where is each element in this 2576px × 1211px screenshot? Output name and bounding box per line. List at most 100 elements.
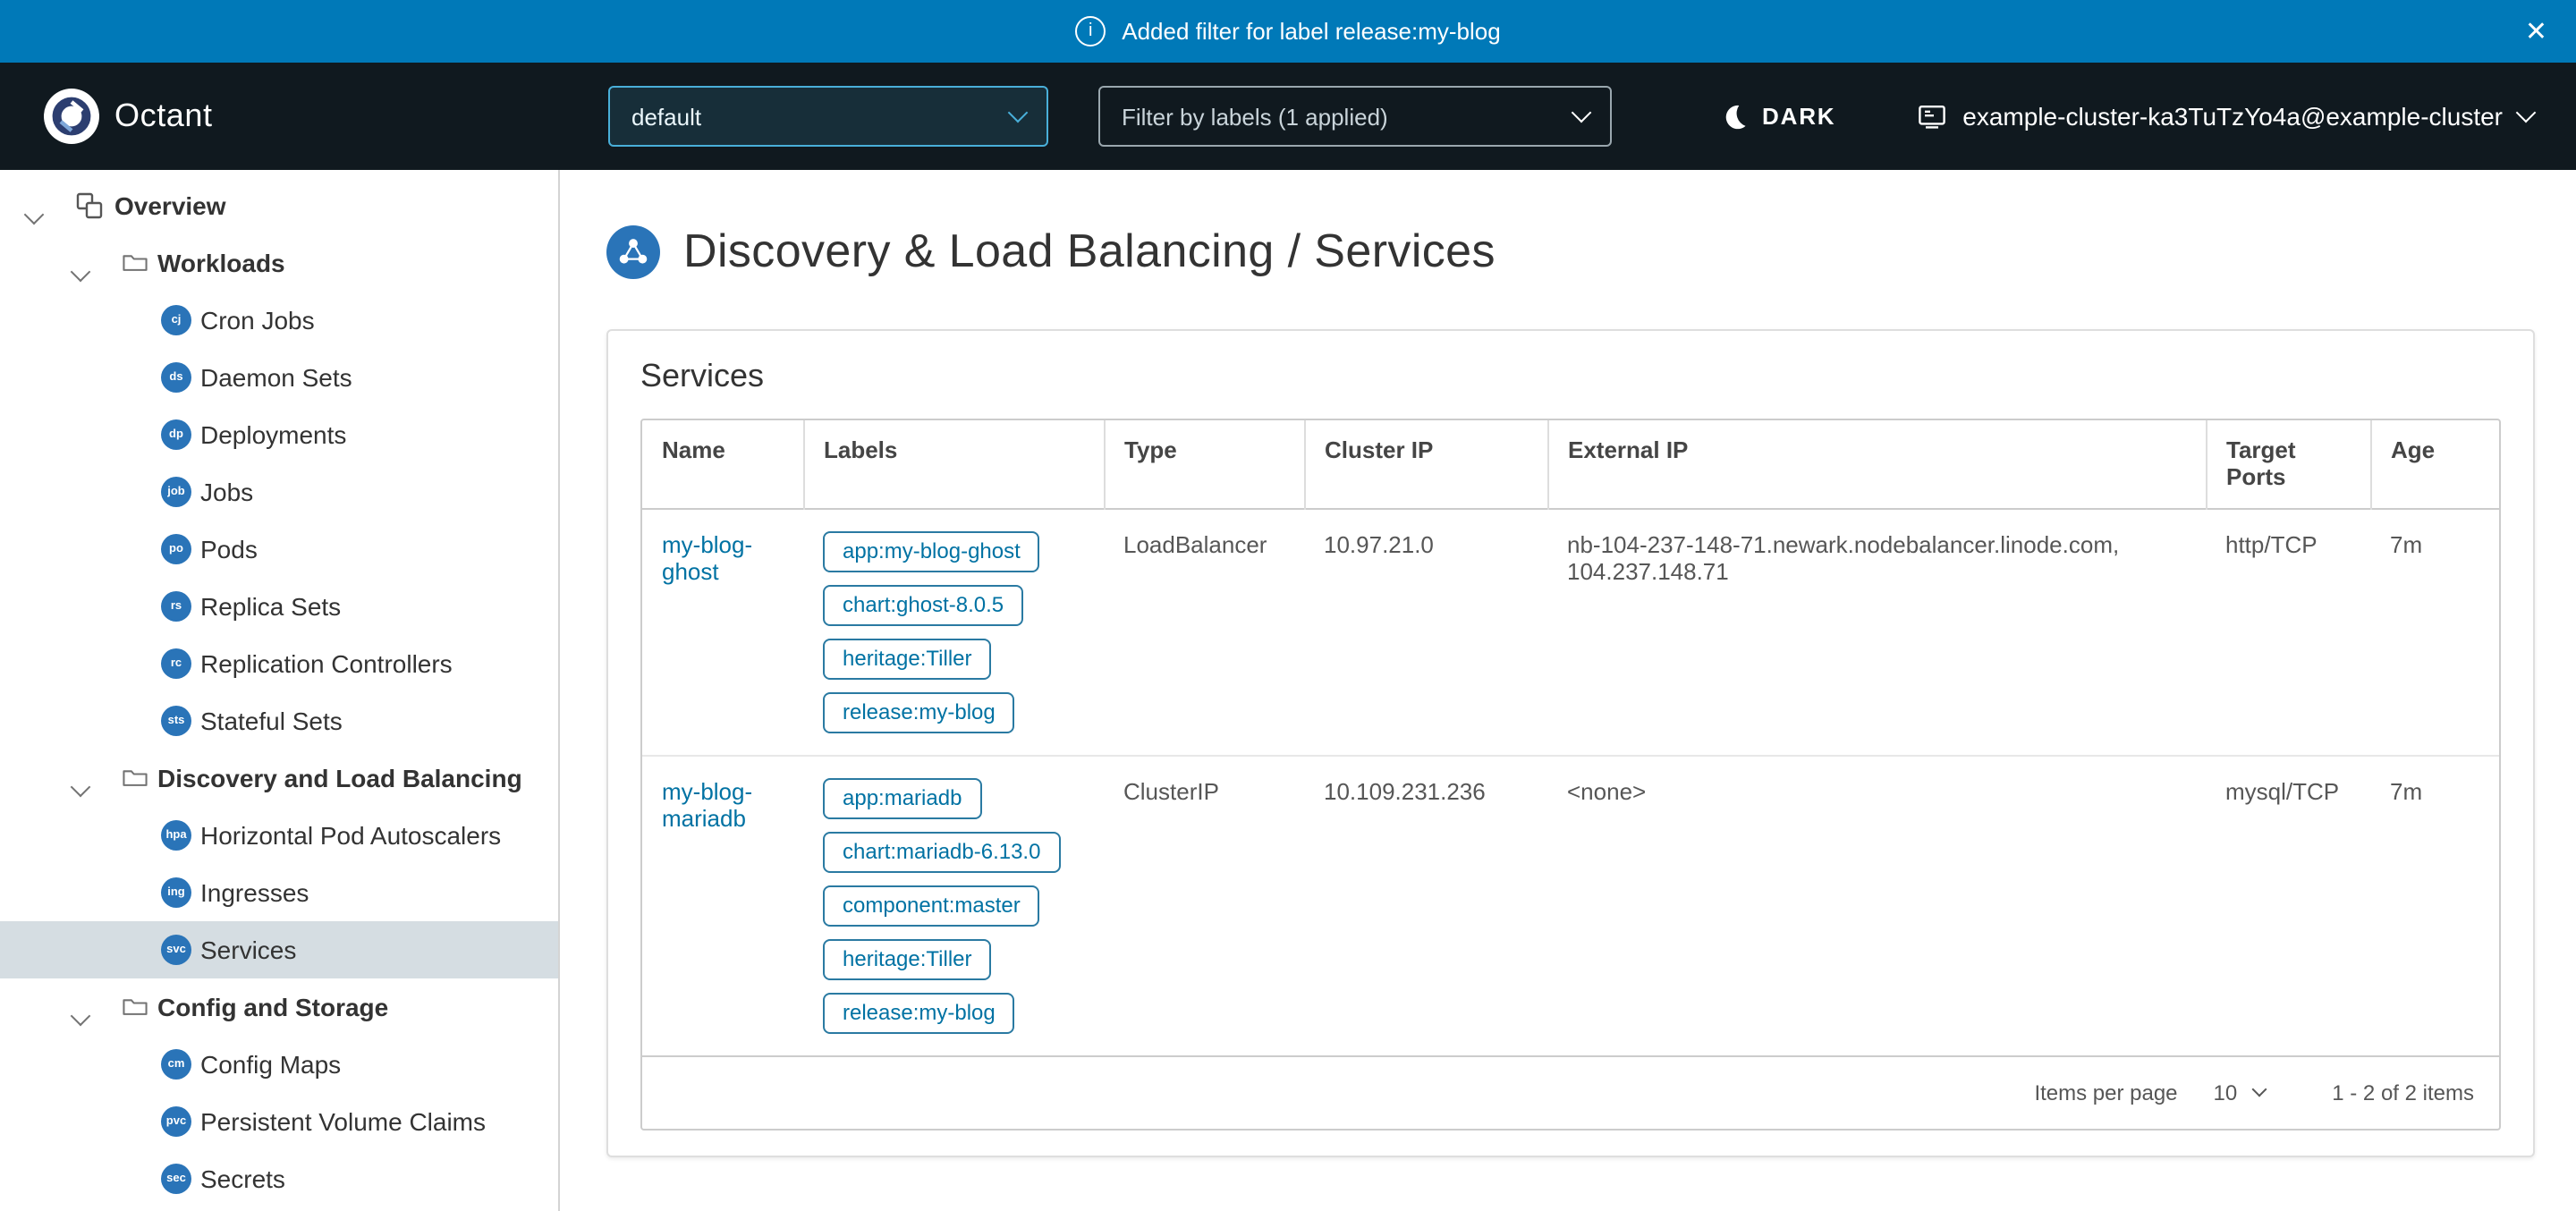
column-header-target-ports[interactable]: Target Ports	[2206, 420, 2370, 509]
chevron-down-icon	[2516, 103, 2537, 123]
column-header-age[interactable]: Age	[2370, 420, 2499, 509]
sidebar-item-label: Config Maps	[200, 1050, 341, 1079]
sidebar-item-pods[interactable]: po Pods	[0, 521, 558, 578]
sidebar-item-ingresses[interactable]: ingIngresses	[0, 864, 558, 921]
service-link[interactable]: my-blog-mariadb	[662, 778, 752, 832]
sidebar-item-config-maps[interactable]: cm Config Maps	[0, 1036, 558, 1093]
chevron-down-icon[interactable]	[73, 1000, 88, 1029]
column-header-labels[interactable]: Labels	[803, 420, 1104, 509]
sidebar-item-label: Cron Jobs	[200, 306, 315, 335]
table-row: my-blog-ghost app:my-blog-ghost chart:ghos…	[642, 509, 2499, 756]
sidebar-item-replication-controllers[interactable]: rcReplication Controllers	[0, 635, 558, 692]
sidebar-group-config-and-storage[interactable]: Config and Storage	[0, 978, 558, 1036]
cron-jobs-icon: cj	[161, 305, 191, 335]
label-filter-select[interactable]: Filter by labels (1 applied)	[1098, 86, 1612, 147]
chevron-down-icon[interactable]	[73, 771, 88, 800]
context-selector[interactable]: example-cluster-ka3TuTzYo4a@example-clus…	[1918, 102, 2533, 131]
sidebar-group-discovery-and-load-balancing[interactable]: Discovery and Load Balancing	[0, 749, 558, 807]
cell-labels: app:my-blog-ghost chart:ghost-8.0.5 herita…	[803, 509, 1104, 756]
sidebar-item-label: Stateful Sets	[200, 707, 343, 735]
column-header-cluster-ip[interactable]: Cluster IP	[1304, 420, 1547, 509]
cell-age: 7m	[2370, 509, 2499, 756]
column-header-external-ip[interactable]: External IP	[1547, 420, 2206, 509]
label-pill[interactable]: heritage:Tiller	[823, 639, 992, 680]
replica-sets-icon: rs	[161, 591, 191, 622]
sidebar-item-stateful-sets[interactable]: stsStateful Sets	[0, 692, 558, 749]
header: Octant default Filter by labels (1 appli…	[0, 63, 2576, 170]
cell-type: LoadBalancer	[1104, 509, 1304, 756]
folder-icon	[122, 250, 148, 276]
moon-icon	[1721, 103, 1748, 130]
cell-type: ClusterIP	[1104, 756, 1304, 1055]
label-pill[interactable]: app:mariadb	[823, 778, 981, 819]
cell-target-ports: mysql/TCP	[2206, 756, 2370, 1055]
sidebar-item-daemon-sets[interactable]: dsDaemon Sets	[0, 349, 558, 406]
column-header-type[interactable]: Type	[1104, 420, 1304, 509]
theme-toggle-label: DARK	[1762, 103, 1835, 130]
label-pill[interactable]: app:my-blog-ghost	[823, 531, 1040, 572]
cell-name: my-blog-ghost	[642, 509, 803, 756]
items-per-page-label: Items per page	[2034, 1080, 2177, 1105]
deployments-icon: dp	[161, 419, 191, 450]
sidebar-item-persistent-volume-claims[interactable]: pvcPersistent Volume Claims	[0, 1093, 558, 1150]
octant-logo-icon	[43, 88, 100, 145]
sidebar-item-replica-sets[interactable]: rs Replica Sets	[0, 578, 558, 635]
sidebar-item-label: Services	[200, 936, 296, 964]
sidebar-nav: OverviewWorkloads cj Cron Jobs dsDaemon Set…	[0, 170, 560, 1211]
label-pill[interactable]: release:my-blog	[823, 692, 1015, 733]
cell-labels: app:mariadb chart:mariadb-6.13.0 component…	[803, 756, 1104, 1055]
sidebar-item-label: Horizontal Pod Autoscalers	[200, 821, 501, 850]
cell-external-ip: <none>	[1547, 756, 2206, 1055]
sidebar-group-workloads[interactable]: Workloads	[0, 234, 558, 292]
sidebar-item-label: Pods	[200, 535, 258, 563]
close-icon[interactable]: ✕	[2525, 18, 2547, 45]
items-per-page-select[interactable]: 10	[2214, 1080, 2265, 1105]
chevron-down-icon	[1572, 103, 1592, 123]
sidebar-item-label: Discovery and Load Balancing	[157, 764, 522, 792]
sidebar-item-jobs[interactable]: jobJobs	[0, 463, 558, 521]
jobs-icon: job	[161, 477, 191, 507]
config-maps-icon: cm	[161, 1049, 191, 1080]
cell-name: my-blog-mariadb	[642, 756, 803, 1055]
cell-target-ports: http/TCP	[2206, 509, 2370, 756]
chevron-down-icon[interactable]	[73, 256, 88, 284]
service-link[interactable]: my-blog-ghost	[662, 531, 752, 585]
sidebar-item-overview[interactable]: Overview	[0, 177, 558, 234]
sidebar-item-horizontal-pod-autoscalers[interactable]: hpaHorizontal Pod Autoscalers	[0, 807, 558, 864]
pods-icon: po	[161, 534, 191, 564]
sidebar-item-label: Ingresses	[200, 878, 309, 907]
label-pill[interactable]: heritage:Tiller	[823, 939, 992, 980]
folder-icon	[122, 994, 148, 1020]
sidebar-item-cron-jobs[interactable]: cj Cron Jobs	[0, 292, 558, 349]
label-pill[interactable]: component:master	[823, 885, 1040, 927]
theme-toggle[interactable]: DARK	[1721, 103, 1835, 130]
namespace-select[interactable]: default	[608, 86, 1048, 147]
sidebar-item-label: Secrets	[200, 1164, 285, 1193]
label-pill[interactable]: chart:ghost-8.0.5	[823, 585, 1023, 626]
column-header-name[interactable]: Name	[642, 420, 803, 509]
items-per-page-value: 10	[2214, 1080, 2238, 1105]
app: i Added filter for label release:my-blog…	[0, 0, 2576, 1211]
sidebar-item-label: Deployments	[200, 420, 346, 449]
label-filter-value: Filter by labels (1 applied)	[1122, 103, 1388, 130]
sidebar-item-services[interactable]: svc Services	[0, 921, 558, 978]
chevron-down-icon[interactable]	[27, 199, 41, 227]
overview-icon	[75, 191, 104, 220]
label-pill[interactable]: chart:mariadb-6.13.0	[823, 832, 1060, 873]
page-title-row: Discovery & Load Balancing / Services	[606, 224, 2533, 279]
cell-age: 7m	[2370, 756, 2499, 1055]
sidebar-item-label: Daemon Sets	[200, 363, 352, 392]
label-pill[interactable]: release:my-blog	[823, 993, 1015, 1034]
sidebar-item-secrets[interactable]: sec Secrets	[0, 1150, 558, 1207]
table-row: my-blog-mariadb app:mariadb chart:mariadb-…	[642, 756, 2499, 1055]
app-title: Octant	[114, 97, 213, 135]
sidebar-item-label: Replica Sets	[200, 592, 341, 621]
services-icon: svc	[161, 935, 191, 965]
cell-external-ip: nb-104-237-148-71.newark.nodebalancer.li…	[1547, 509, 2206, 756]
sidebar-item-deployments[interactable]: dp Deployments	[0, 406, 558, 463]
main-content: Discovery & Load Balancing / Services Se…	[560, 170, 2576, 1211]
namespace-value: default	[631, 103, 701, 130]
cell-cluster-ip: 10.109.231.236	[1304, 756, 1547, 1055]
chevron-down-icon	[2251, 1082, 2267, 1097]
secrets-icon: sec	[161, 1164, 191, 1194]
